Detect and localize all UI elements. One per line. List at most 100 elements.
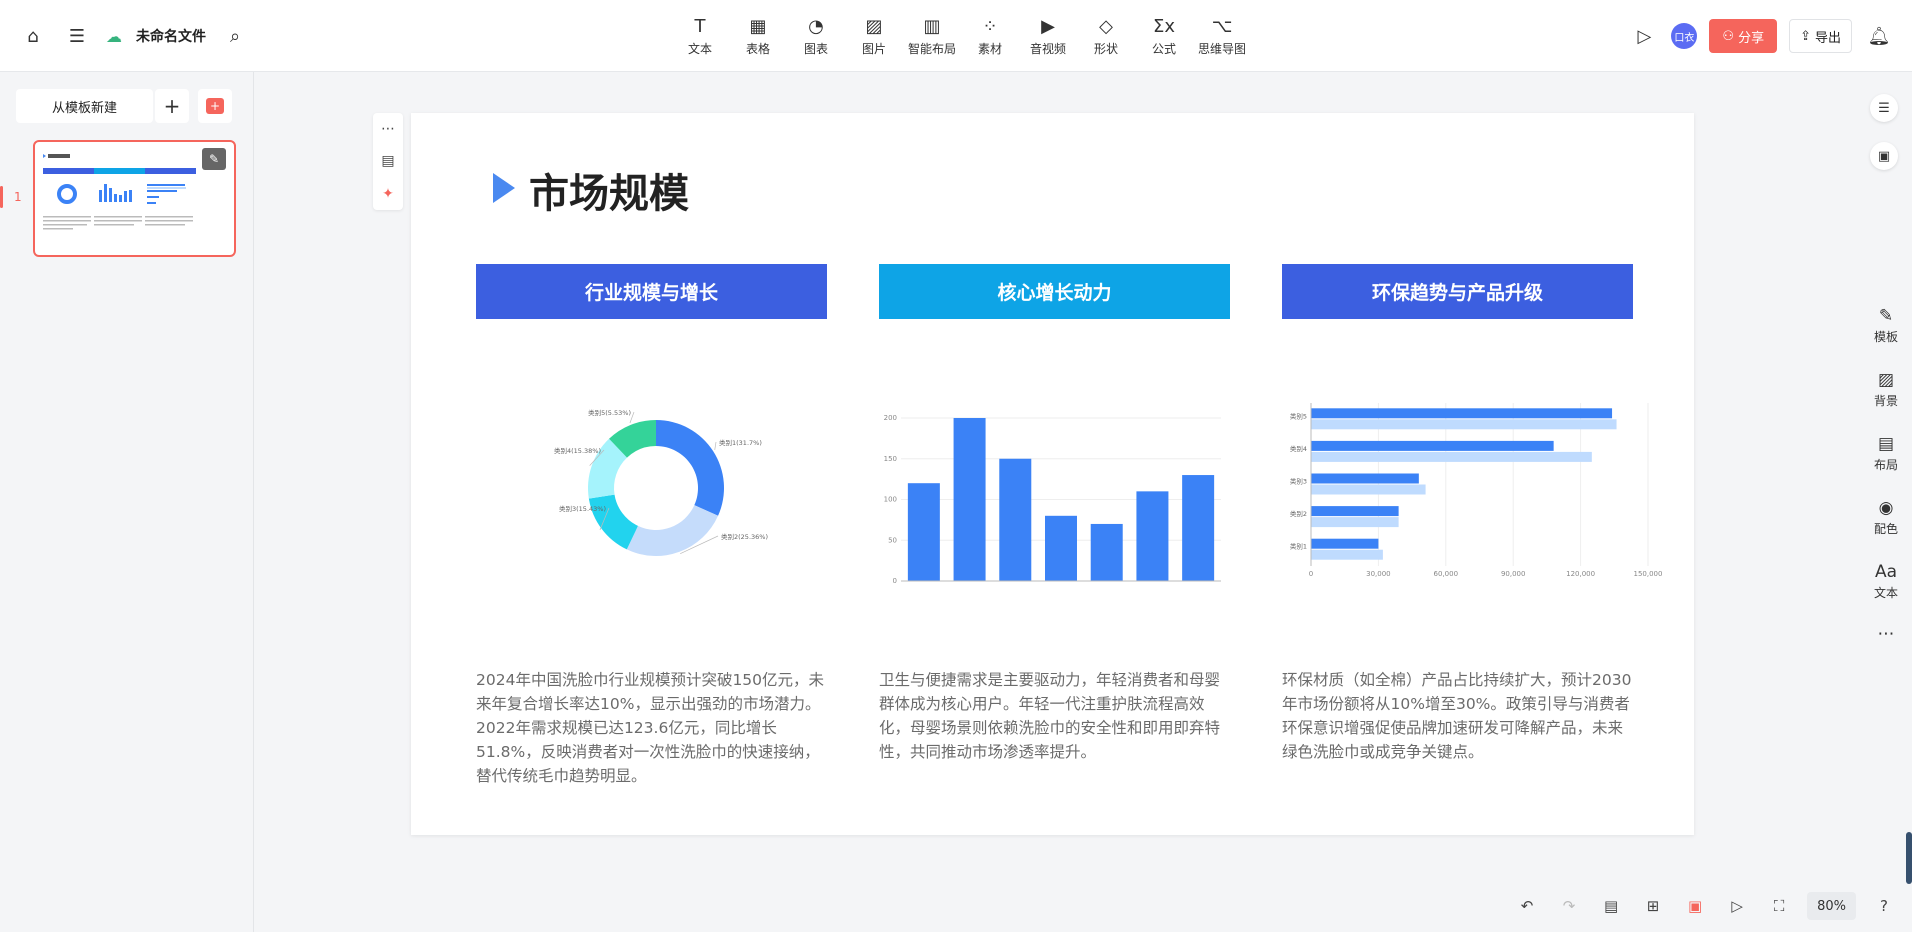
rail-template[interactable]: ✎ 模板: [1866, 304, 1906, 345]
rail-layout[interactable]: ▤ 布局: [1866, 432, 1906, 473]
tool-image[interactable]: ▨ 图片: [845, 12, 903, 60]
rail-label: 配色: [1873, 522, 1898, 536]
export-label: 导出: [1814, 30, 1841, 46]
column-header-1[interactable]: 行业规模与增长: [476, 264, 827, 319]
bell-icon[interactable]: 🔔︎: [1864, 21, 1894, 51]
column-text-3[interactable]: 环保材质（如全棉）产品占比持续扩大，预计2030年市场份额将从10%增至30%。…: [1282, 668, 1633, 764]
bar[interactable]: [1311, 484, 1426, 495]
layout-icon[interactable]: ▤: [381, 153, 394, 169]
tool-label: 表格: [745, 41, 770, 56]
toolbar-right: ▷ 口衣 ⚇ 分享 ⇪ 导出 🔔︎: [1629, 18, 1894, 54]
tool-table[interactable]: ▦ 表格: [729, 12, 787, 60]
bar[interactable]: [1311, 451, 1592, 462]
tool-label: 图片: [861, 41, 886, 56]
donut-label: 类别2(25.36%): [721, 532, 768, 541]
bar[interactable]: [1182, 475, 1215, 581]
more-options-icon[interactable]: ⋯: [1866, 622, 1906, 646]
bar[interactable]: [1311, 419, 1617, 430]
fit-screen-icon[interactable]: ⛶: [1765, 892, 1793, 920]
tool-chart[interactable]: ◔ 图表: [787, 12, 845, 60]
tool-mindmap[interactable]: ⌥ 思维导图: [1193, 12, 1251, 60]
rail-label: 文本: [1873, 586, 1898, 600]
search-icon[interactable]: ⌕: [220, 21, 250, 51]
import-button[interactable]: +: [198, 89, 232, 123]
text-icon: T: [694, 15, 706, 37]
bar[interactable]: [1311, 517, 1399, 528]
tool-formula[interactable]: Σx 公式: [1135, 12, 1193, 60]
tool-text[interactable]: T 文本: [671, 12, 729, 60]
slide-thumbnail[interactable]: ✎: [33, 140, 236, 257]
tool-label: 文本: [687, 41, 712, 56]
bar[interactable]: [1311, 506, 1399, 517]
zoom-level[interactable]: 80%: [1807, 892, 1856, 920]
bar[interactable]: [1090, 523, 1123, 581]
undo-icon[interactable]: ↶: [1513, 892, 1541, 920]
x-tick-label: 类别3: [1007, 582, 1024, 583]
grid-view-icon[interactable]: ⊞: [1639, 892, 1667, 920]
avatar[interactable]: 口衣: [1671, 23, 1698, 49]
tool-label: 素材: [977, 41, 1002, 56]
file-name[interactable]: 未命名文件: [136, 26, 206, 46]
bar[interactable]: [953, 418, 986, 581]
bar-chart[interactable]: 0 50 100 150 200 类别1 类别2 类别3 类别4 类别5 类别6 类别7: [871, 393, 1231, 583]
slide-view-icon[interactable]: ▣: [1681, 892, 1709, 920]
home-icon[interactable]: ⌂: [18, 21, 48, 51]
redo-icon[interactable]: ↷: [1555, 892, 1583, 920]
column-text-1[interactable]: 2024年中国洗脸巾行业规模预计突破150亿元，未来年复合增长率达10%，显示出…: [476, 668, 827, 788]
bar[interactable]: [1311, 549, 1383, 560]
notes-icon[interactable]: ▤: [1597, 892, 1625, 920]
rail-text-style[interactable]: Aa 文本: [1866, 560, 1906, 601]
rail-background[interactable]: ▨ 背景: [1866, 368, 1906, 409]
thumbnail-template-icon[interactable]: ✎: [202, 148, 226, 170]
toolbar-left: ⌂ ☰ ☁ 未命名文件 ⌕: [18, 18, 250, 54]
comment-icon[interactable]: ☰: [1870, 94, 1898, 122]
donut-slice[interactable]: [656, 420, 724, 516]
x-tick-label: 类别4: [1052, 582, 1069, 583]
text-style-icon: Aa: [1874, 562, 1898, 582]
play-icon[interactable]: ▷: [1629, 21, 1659, 51]
bar[interactable]: [1311, 473, 1419, 484]
export-button[interactable]: ⇪ 导出: [1789, 19, 1852, 53]
ai-sparkle-icon[interactable]: ✦: [382, 186, 394, 202]
new-from-template-button[interactable]: 从模板新建: [16, 89, 153, 123]
y-tick-label: 100: [884, 496, 897, 504]
donut-slice[interactable]: [626, 505, 719, 556]
rail-label: 模板: [1873, 330, 1898, 344]
tool-label: 思维导图: [1197, 41, 1246, 56]
help-icon[interactable]: ?: [1870, 892, 1898, 920]
tool-material[interactable]: ⁘ 素材: [961, 12, 1019, 60]
tool-shape[interactable]: ◇ 形状: [1077, 12, 1135, 60]
slide-sidebar: 从模板新建 + + 1 ✎: [0, 72, 254, 932]
donut-slice[interactable]: [588, 494, 638, 550]
bar[interactable]: [1311, 408, 1613, 419]
tool-video[interactable]: ▶ 音视频: [1019, 12, 1077, 60]
x-tick-label: 90,000: [1501, 570, 1526, 578]
slide-number: 1: [14, 190, 22, 204]
donut-label: 类别5(5.53%): [588, 408, 631, 417]
bar[interactable]: [1311, 538, 1379, 549]
more-icon[interactable]: ⋯: [381, 121, 395, 137]
column-header-3[interactable]: 环保趋势与产品升级: [1282, 264, 1633, 319]
horizontal-bar-chart[interactable]: 0 30,000 60,000 90,000 120,000 150,000 类别1 类别2 类…: [1273, 398, 1663, 588]
add-slide-button[interactable]: +: [155, 89, 189, 123]
column-text-2[interactable]: 卫生与便捷需求是主要驱动力，年轻消费者和母婴群体成为核心用户。年轻一代注重护肤流…: [879, 668, 1230, 764]
right-rail: ☰ ▣ ✎ 模板 ▨ 背景 ▤ 布局 ◉ 配色 Aa 文本 ⋯: [1864, 72, 1912, 932]
tool-smart-layout[interactable]: ▥ 智能布局: [903, 12, 961, 60]
bar[interactable]: [1045, 515, 1077, 581]
bar[interactable]: [999, 458, 1032, 581]
slide-canvas[interactable]: 市场规模 行业规模与增长 核心增长动力 环保趋势与产品升级 类别1(31.7%)…: [411, 113, 1694, 835]
bar[interactable]: [1311, 440, 1554, 451]
column-header-2[interactable]: 核心增长动力: [879, 264, 1230, 319]
slide-title[interactable]: 市场规模: [529, 161, 689, 219]
share-button[interactable]: ⚇ 分享: [1709, 19, 1778, 53]
donut-label: 类别4(15.38%): [554, 446, 601, 455]
ai-panel-icon[interactable]: ▣: [1870, 142, 1898, 170]
bar[interactable]: [907, 483, 940, 581]
rail-palette[interactable]: ◉ 配色: [1866, 496, 1906, 537]
bar[interactable]: [1136, 491, 1169, 581]
scrollbar[interactable]: [1906, 832, 1912, 884]
present-icon[interactable]: ▷: [1723, 892, 1751, 920]
x-tick-label: 类别6: [1144, 582, 1161, 583]
menu-icon[interactable]: ☰: [62, 21, 92, 51]
donut-chart[interactable]: 类别1(31.7%) 类别2(25.36%) 类别3(15.43%) 类别4(15.3…: [521, 393, 791, 583]
